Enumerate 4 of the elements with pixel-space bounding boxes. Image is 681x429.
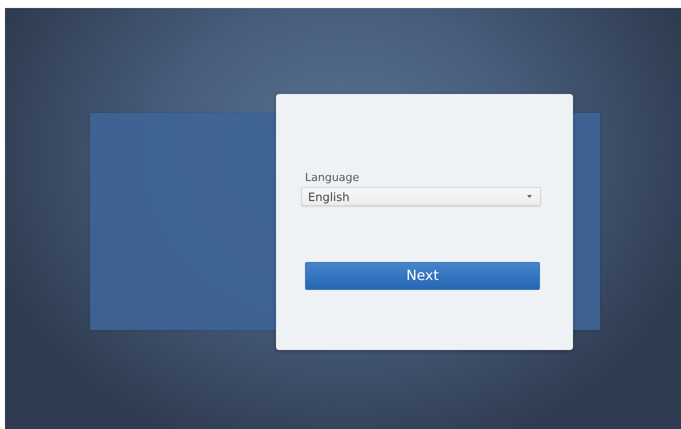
next-button[interactable]: Next <box>305 262 540 290</box>
language-dropdown[interactable]: English <box>301 187 541 206</box>
caret-icon <box>527 195 532 198</box>
language-label: Language <box>305 171 360 184</box>
